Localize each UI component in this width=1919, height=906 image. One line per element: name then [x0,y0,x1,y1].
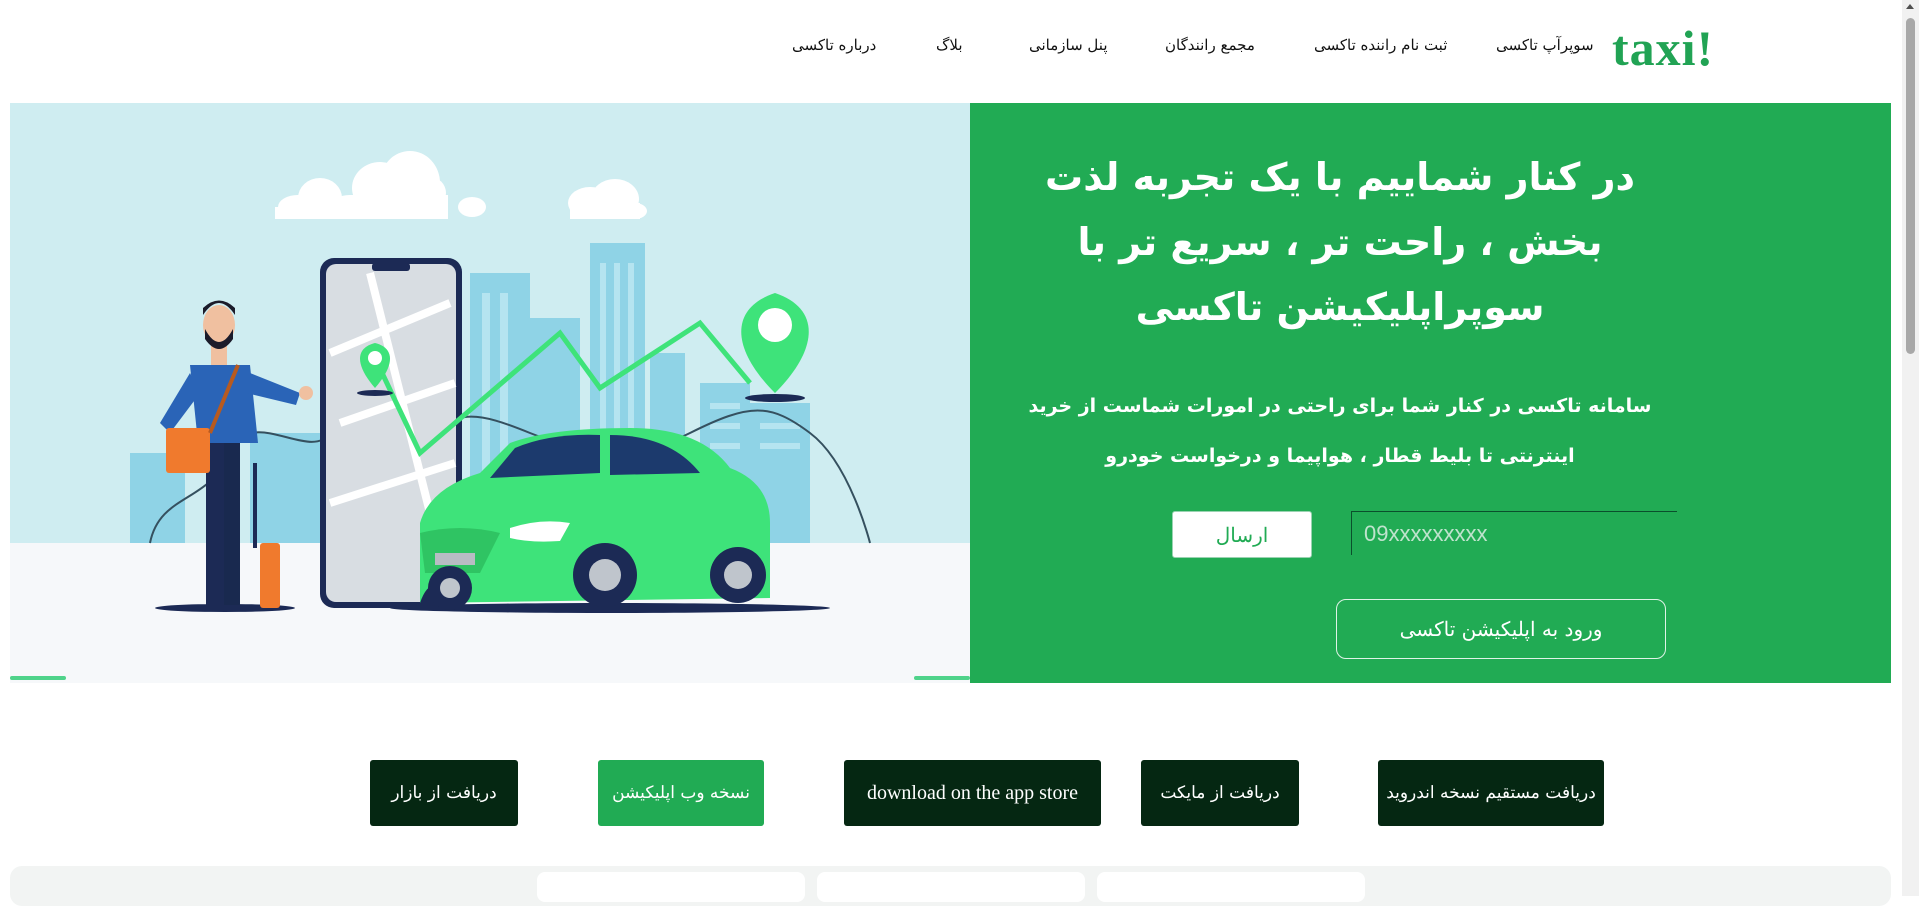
hero-section: در کنار شماییم با یک تجربه لذت بخش ، راح… [10,103,1891,683]
hero-title: در کنار شماییم با یک تجربه لذت بخش ، راح… [1045,155,1635,329]
nav-item-blog[interactable]: بلاگ [936,36,963,54]
direct-android-download-button[interactable]: دریافت مستقیم نسخه اندروید [1378,760,1604,826]
page-scrollbar[interactable] [1902,0,1919,896]
feature-card [1097,872,1365,902]
enter-app-button[interactable]: ورود به اپلیکیشن تاکسی [1336,599,1666,659]
myket-download-button[interactable]: دریافت از مایکت [1141,760,1299,826]
hero-illustration [10,103,970,683]
hero-subtitle: سامانه تاکسی در کنار شما برای راحتی در ا… [1028,395,1652,467]
bazaar-download-button[interactable]: دریافت از بازار [370,760,518,826]
hero-panel: در کنار شماییم با یک تجربه لذت بخش ، راح… [970,103,1891,683]
nav-item-about[interactable]: درباره تاکسی [792,36,876,54]
taxi-logo[interactable]: taxi! [1612,20,1714,76]
phone-number-input[interactable] [1351,511,1677,555]
nav-item-driver-signup[interactable]: ثبت نام راننده تاکسی [1314,36,1447,54]
slider-indicator-left[interactable] [10,676,66,680]
app-store-download-button[interactable]: download on the app store [844,760,1101,826]
nav-item-org-panel[interactable]: پنل سازمانی [1029,36,1108,54]
web-version-button[interactable]: نسخه وب اپلیکیشن [598,760,764,826]
main-nav: سوپرآپ تاکسی ثبت نام راننده تاکسی مجمع ر… [0,36,1600,56]
scrollbar-thumb[interactable] [1906,18,1915,354]
nav-item-drivers-forum[interactable]: مجمع رانندگان [1165,36,1255,54]
slider-indicator-right[interactable] [914,676,970,680]
feature-card [537,872,805,902]
send-button[interactable]: ارسال [1172,511,1312,558]
nav-item-super-app[interactable]: سوپرآپ تاکسی [1496,36,1594,54]
scroll-up-arrow-icon[interactable] [1906,4,1914,9]
feature-card [817,872,1085,902]
